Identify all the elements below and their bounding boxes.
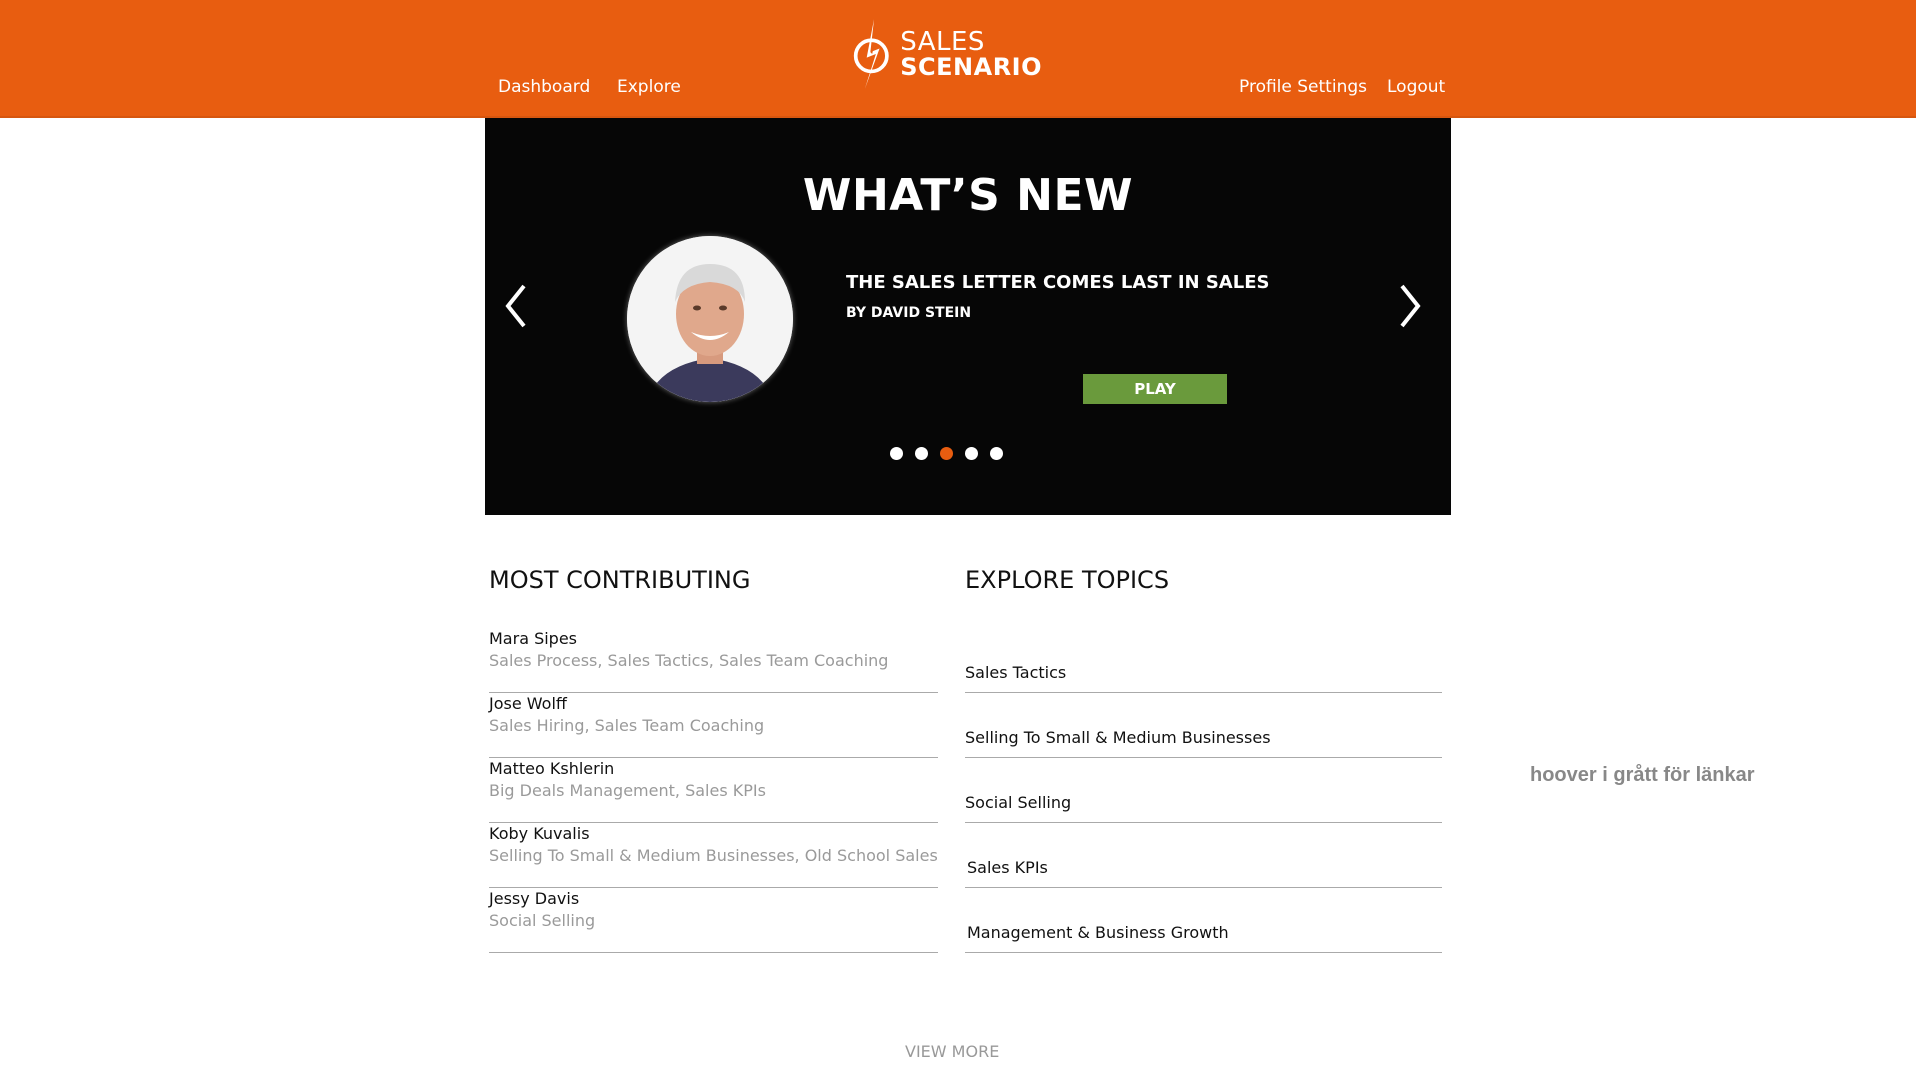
topic-label[interactable]: Sales KPIs xyxy=(967,858,1048,877)
nav-logout[interactable]: Logout xyxy=(1387,77,1445,97)
most-contributing-title: MOST CONTRIBUTING xyxy=(489,566,751,594)
carousel-pagination xyxy=(890,447,1003,460)
topic-label[interactable]: Selling To Small & Medium Businesses xyxy=(965,728,1271,747)
explore-topics-title: EXPLORE TOPICS xyxy=(965,566,1170,594)
carousel-prev-arrow-icon[interactable] xyxy=(496,276,536,336)
contributor-name[interactable]: Matteo Kshlerin xyxy=(489,758,938,780)
topic-item[interactable]: Selling To Small & Medium Businesses xyxy=(965,693,1442,758)
contributor-tags[interactable]: Sales Process, Sales Tactics, Sales Team… xyxy=(489,650,938,672)
nav-explore[interactable]: Explore xyxy=(617,77,681,97)
list-item[interactable]: Matteo Kshlerin Big Deals Management, Sa… xyxy=(489,758,938,823)
contributor-tags[interactable]: Sales Hiring, Sales Team Coaching xyxy=(489,715,938,737)
logo-sales-text: SALES xyxy=(900,27,985,57)
contributor-tags[interactable]: Selling To Small & Medium Businesses, Ol… xyxy=(489,845,938,867)
feature-author: BY DAVID STEIN xyxy=(846,305,972,321)
carousel-dot-4[interactable] xyxy=(965,447,978,460)
nav-profile-settings[interactable]: Profile Settings xyxy=(1239,77,1367,97)
list-item[interactable]: Jessy Davis Social Selling xyxy=(489,888,938,953)
list-item[interactable]: Mara Sipes Sales Process, Sales Tactics,… xyxy=(489,628,938,693)
design-annotation: hoover i grått för länkar xyxy=(1530,764,1755,786)
topic-item[interactable]: Sales Tactics xyxy=(965,628,1442,693)
topic-label[interactable]: Management & Business Growth xyxy=(967,923,1229,942)
play-button[interactable]: PLAY xyxy=(1083,374,1227,404)
contributor-tags[interactable]: Social Selling xyxy=(489,910,938,932)
carousel-dot-2[interactable] xyxy=(915,447,928,460)
contributor-name[interactable]: Mara Sipes xyxy=(489,628,938,650)
contributor-name[interactable]: Jessy Davis xyxy=(489,888,938,910)
contributor-tags[interactable]: Big Deals Management, Sales KPIs xyxy=(489,780,938,802)
list-item[interactable]: Koby Kuvalis Selling To Small & Medium B… xyxy=(489,823,938,888)
feature-title: THE SALES LETTER COMES LAST IN SALES xyxy=(846,272,1270,293)
carousel-dot-3[interactable] xyxy=(940,447,953,460)
compass-logo-icon xyxy=(853,19,889,89)
carousel-next-arrow-icon[interactable] xyxy=(1390,276,1430,336)
contributor-name[interactable]: Koby Kuvalis xyxy=(489,823,938,845)
whats-new-title: WHAT’S NEW xyxy=(802,170,1134,221)
contributor-name[interactable]: Jose Wolff xyxy=(489,693,938,715)
explore-topics-list: Sales Tactics Selling To Small & Medium … xyxy=(965,628,1442,953)
topic-item[interactable]: Management & Business Growth xyxy=(965,888,1442,953)
sales-scenario-logo[interactable]: SALES SCENARIO xyxy=(852,12,1042,96)
topic-item[interactable]: Social Selling xyxy=(965,758,1442,823)
carousel-dot-1[interactable] xyxy=(890,447,903,460)
author-avatar xyxy=(627,236,793,402)
topic-label[interactable]: Social Selling xyxy=(965,793,1071,812)
top-header: Dashboard Explore SALES SCENARIO Profile… xyxy=(0,0,1916,118)
view-more-link[interactable]: VIEW MORE xyxy=(905,1042,999,1061)
logo-scenario-text: SCENARIO xyxy=(900,53,1042,81)
topic-item[interactable]: Sales KPIs xyxy=(965,823,1442,888)
list-item[interactable]: Jose Wolff Sales Hiring, Sales Team Coac… xyxy=(489,693,938,758)
whats-new-carousel: WHAT’S NEW THE SALES LETTER COMES LAST I… xyxy=(485,118,1451,515)
nav-dashboard[interactable]: Dashboard xyxy=(498,77,590,97)
most-contributing-list: Mara Sipes Sales Process, Sales Tactics,… xyxy=(489,628,938,953)
topic-label[interactable]: Sales Tactics xyxy=(965,663,1066,682)
carousel-dot-5[interactable] xyxy=(990,447,1003,460)
